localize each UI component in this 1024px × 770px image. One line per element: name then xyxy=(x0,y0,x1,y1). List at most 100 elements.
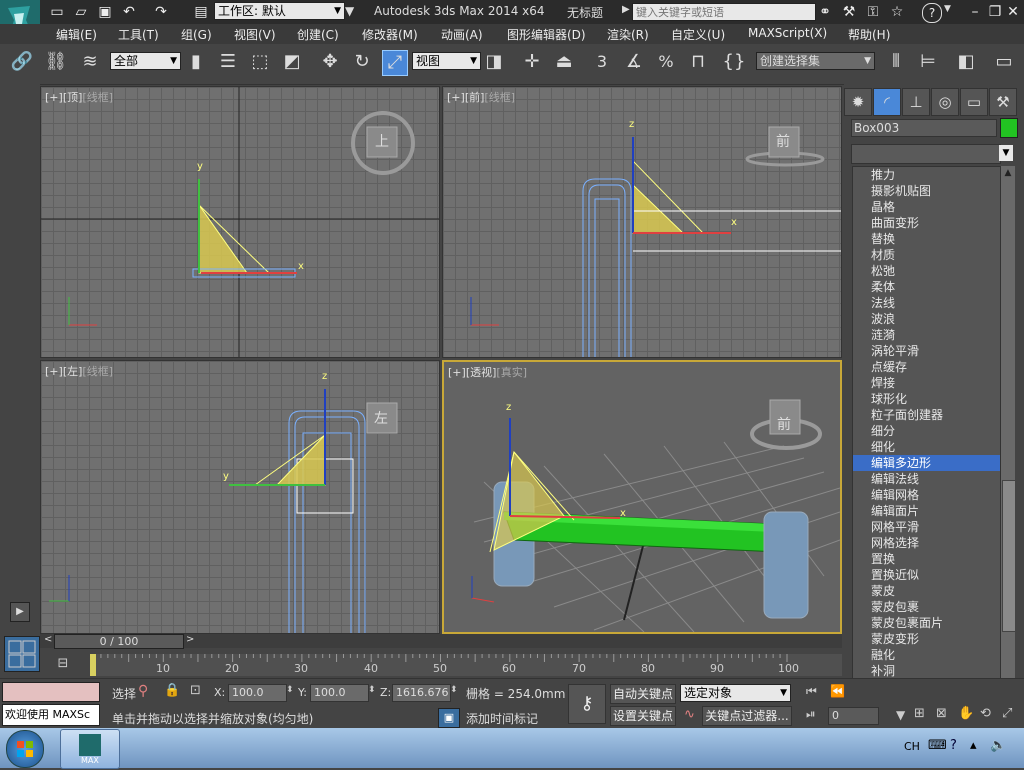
modifier-list-item[interactable]: 置换 xyxy=(853,551,1001,567)
y-field[interactable]: 100.0 xyxy=(310,684,369,702)
menu-customize[interactable]: 自定义(U) xyxy=(671,26,725,43)
new-file-icon[interactable]: ▭ xyxy=(48,3,66,21)
time-slider-thumb[interactable] xyxy=(90,654,96,676)
rectangle-selection-icon[interactable]: ⬚ xyxy=(248,50,272,74)
help-icon[interactable]: ? xyxy=(950,738,957,753)
menu-graph-editors[interactable]: 图形编辑器(D) xyxy=(507,26,586,43)
set-key-icon[interactable]: ⚷ xyxy=(568,684,606,724)
viewport-label[interactable]: [+][左][线框] xyxy=(45,363,113,379)
project-folder-icon[interactable]: ▤ xyxy=(192,3,210,21)
modifier-list-item[interactable]: 波浪 xyxy=(853,311,1001,327)
zoom-all-icon[interactable]: ⊠ xyxy=(936,706,947,721)
modify-tab-icon[interactable]: ◜ xyxy=(873,88,901,116)
spinner-icon[interactable]: ⬍ xyxy=(286,685,294,695)
tray-arrow-icon[interactable]: ▴ xyxy=(970,738,977,753)
modifier-list[interactable]: 推力 摄影机贴图 晶格 曲面变形 替换 材质 松弛 柔体 法线 波浪 涟漪 涡轮平滑 点缓存 焊接 球形化粒… xyxy=(852,166,1002,712)
modifier-list-item[interactable]: 编辑网格 xyxy=(853,487,1001,503)
rotate-icon[interactable]: ↻ xyxy=(350,50,374,74)
chevron-down-icon[interactable]: ▼ xyxy=(345,4,354,18)
chevron-down-icon[interactable]: ▼ xyxy=(896,708,905,722)
viewcube-label[interactable]: 上 xyxy=(375,131,389,151)
modifier-list-dropdown[interactable] xyxy=(851,144,1001,164)
next-frame-button[interactable]: > xyxy=(186,634,194,645)
pivot-center-icon[interactable]: ◨ xyxy=(482,50,506,74)
modifier-list-item[interactable]: 晶格 xyxy=(853,199,1001,215)
menu-group[interactable]: 组(G) xyxy=(181,26,212,43)
input-language[interactable]: CH xyxy=(904,740,920,753)
modifier-list-item[interactable]: 焊接 xyxy=(853,375,1001,391)
frame-display[interactable]: 0 / 100 xyxy=(54,634,184,649)
edit-named-selection-icon[interactable]: {} xyxy=(722,50,746,74)
modifier-list-item[interactable]: 网格选择 xyxy=(853,535,1001,551)
viewport-front[interactable]: 前 x z [+][前][线框] xyxy=(442,86,842,358)
graphite-tools-icon[interactable]: ▭ xyxy=(992,50,1016,74)
close-icon[interactable]: ✕ xyxy=(1004,3,1022,21)
modifier-list-item[interactable]: 柔体 xyxy=(853,279,1001,295)
modifier-list-item[interactable]: 点缓存 xyxy=(853,359,1001,375)
maxscript-listener-top[interactable] xyxy=(2,682,100,702)
modifier-list-item[interactable]: 补洞 xyxy=(853,663,1001,679)
help-icon[interactable]: ? xyxy=(922,3,942,23)
start-button-icon[interactable] xyxy=(6,730,44,768)
maxscript-listener[interactable]: 欢迎使用 MAXSc xyxy=(2,704,100,726)
window-crossing-icon[interactable]: ◩ xyxy=(280,50,304,74)
hierarchy-tab-icon[interactable]: ⊥ xyxy=(902,88,930,116)
modifier-list-item[interactable]: 网格平滑 xyxy=(853,519,1001,535)
modifier-list-item[interactable]: 法线 xyxy=(853,295,1001,311)
display-tab-icon[interactable]: ▭ xyxy=(960,88,988,116)
reference-coord-dropdown[interactable]: 视图 ▼ xyxy=(412,52,481,70)
select-by-name-icon[interactable]: ☰ xyxy=(216,50,240,74)
modifier-list-item[interactable]: 松弛 xyxy=(853,263,1001,279)
viewport-layout-icon[interactable] xyxy=(4,636,40,672)
taskbar-3dsmax-button[interactable]: MAX xyxy=(60,729,120,769)
bind-space-warp-icon[interactable]: ≋ xyxy=(78,50,102,74)
viewcube-label[interactable]: 左 xyxy=(374,408,388,428)
add-time-tag-button[interactable]: 添加时间标记 xyxy=(466,710,538,727)
utilities-tab-icon[interactable]: ⚒ xyxy=(989,88,1017,116)
modifier-list-item[interactable]: 蒙皮包裹面片 xyxy=(853,615,1001,631)
angle-snap-icon[interactable]: ∡ xyxy=(622,50,646,74)
modifier-list-item[interactable]: 编辑多边形 xyxy=(853,455,1001,471)
modifier-list-item[interactable]: 蒙皮 xyxy=(853,583,1001,599)
chevron-right-icon[interactable]: ▶ xyxy=(622,4,630,15)
go-to-start-icon[interactable]: ⏮ xyxy=(806,684,817,699)
speaker-icon[interactable]: 🔈 xyxy=(990,738,1006,753)
auto-key-button[interactable]: 自动关键点 xyxy=(610,684,676,704)
undo-icon[interactable]: ↶ xyxy=(120,3,138,21)
menu-help[interactable]: 帮助(H) xyxy=(848,26,890,43)
menu-maxscript[interactable]: MAXScript(X) xyxy=(748,26,827,40)
modifier-list-item[interactable]: 细分 xyxy=(853,423,1001,439)
object-color-swatch[interactable] xyxy=(1000,118,1018,138)
named-selection-dropdown[interactable]: 创建选择集 ▼ xyxy=(756,52,875,70)
current-frame-field[interactable]: 0 xyxy=(828,707,879,725)
keyboard-icon[interactable]: ⌨ xyxy=(928,738,947,753)
select-object-icon[interactable]: ▮ xyxy=(184,50,208,74)
menu-rendering[interactable]: 渲染(R) xyxy=(607,26,649,43)
time-slider[interactable]: < 0 / 100 > xyxy=(40,634,842,649)
modifier-list-item[interactable]: 粒子面创建器 xyxy=(853,407,1001,423)
viewport-left[interactable]: 左 y z [+][左][线框] xyxy=(40,360,440,634)
viewport-top[interactable]: 上 x y [+][顶][线框] xyxy=(40,86,440,358)
create-tab-icon[interactable]: ✹ xyxy=(844,88,872,116)
spinner-icon[interactable]: ⬍ xyxy=(368,685,376,695)
viewcube-label[interactable]: 前 xyxy=(777,414,791,434)
viewcube-label[interactable]: 前 xyxy=(776,131,790,151)
set-key-button[interactable]: 设置关键点 xyxy=(610,706,676,726)
binoculars-icon[interactable]: ⚭ xyxy=(816,3,834,21)
viewport-label[interactable]: [+][透视][真实] xyxy=(448,364,527,380)
curve-editor-icon[interactable]: ⊟ xyxy=(52,656,74,674)
layer-manager-icon[interactable]: ◧ xyxy=(954,50,978,74)
chevron-down-icon[interactable]: ▼ xyxy=(944,4,951,14)
restore-icon[interactable]: ❐ xyxy=(986,3,1004,21)
menu-create[interactable]: 创建(C) xyxy=(297,26,339,43)
viewport-label[interactable]: [+][顶][线框] xyxy=(45,89,113,105)
motion-tab-icon[interactable]: ◎ xyxy=(931,88,959,116)
menu-animation[interactable]: 动画(A) xyxy=(441,26,483,43)
modifier-list-item[interactable]: 置换近似 xyxy=(853,567,1001,583)
modifier-list-item[interactable]: 材质 xyxy=(853,247,1001,263)
modifier-list-item[interactable]: 蒙皮包裹 xyxy=(853,599,1001,615)
key-filters-button[interactable]: 关键点过滤器... xyxy=(702,706,792,726)
redo-icon[interactable]: ↷ xyxy=(152,3,170,21)
percent-snap-icon[interactable]: % xyxy=(654,50,678,74)
prev-frame-button[interactable]: < xyxy=(44,634,52,645)
